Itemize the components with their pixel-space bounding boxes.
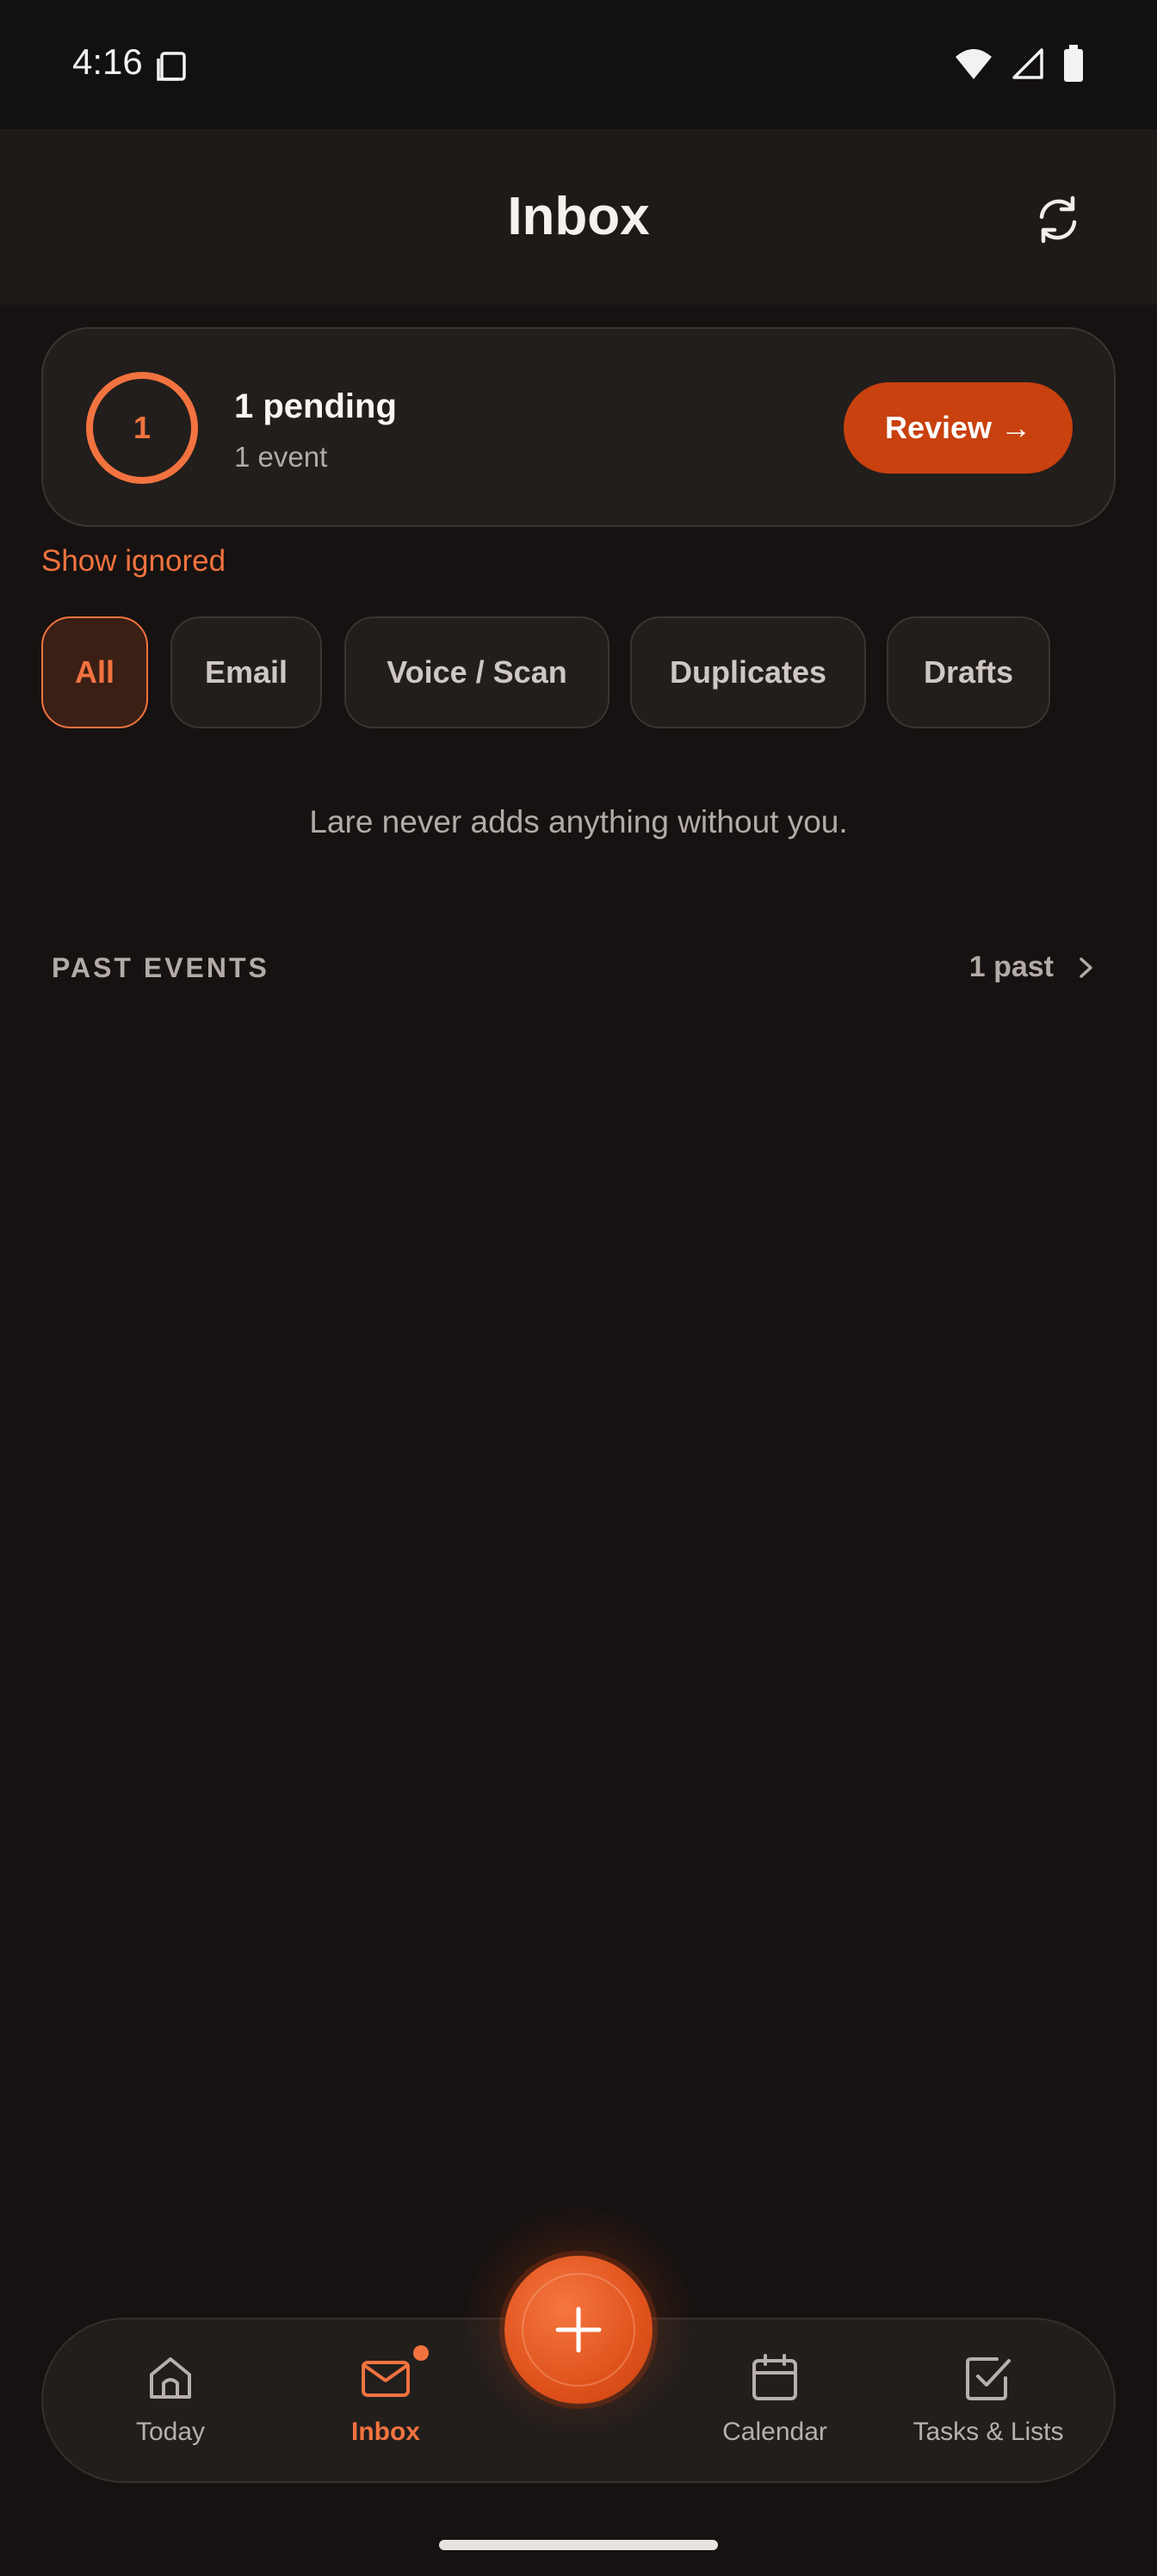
show-ignored-link[interactable]: Show ignored (41, 544, 226, 579)
empty-state-message: Lare never adds anything without you. (309, 804, 848, 839)
nav-item-tasks-lists[interactable]: Tasks & Lists (894, 2319, 1083, 2485)
past-events-heading: PAST EVENTS (52, 952, 269, 983)
status-bar: 4:16 (0, 0, 1157, 129)
filter-chip-duplicates[interactable]: Duplicates (630, 616, 866, 728)
cellular-signal-icon (1011, 46, 1045, 85)
review-button[interactable]: Review → (844, 382, 1073, 474)
refresh-button[interactable] (1030, 191, 1086, 248)
filter-chip-email[interactable]: Email (170, 616, 322, 728)
sim-card-icon (155, 48, 189, 87)
pending-summary-card: 1 1 pending 1 event Review → (41, 327, 1116, 527)
nav-item-inbox[interactable]: Inbox (291, 2319, 480, 2485)
add-button[interactable] (504, 2256, 653, 2404)
page-title: Inbox (507, 187, 650, 246)
home-indicator[interactable] (439, 2540, 718, 2550)
battery-icon (1062, 45, 1085, 87)
filter-chip-voice-scan[interactable]: Voice / Scan (344, 616, 609, 728)
notification-badge (413, 2345, 429, 2361)
nav-label-today: Today (135, 2418, 206, 2446)
filter-chip-all[interactable]: All (41, 616, 148, 728)
nav-label-tasks-lists: Tasks & Lists (913, 2418, 1064, 2446)
filter-chip-drafts[interactable]: Drafts (887, 616, 1050, 728)
wifi-icon (954, 46, 993, 85)
checkbox-icon (966, 2357, 1011, 2400)
past-events-toggle[interactable]: 1 past (969, 951, 1097, 984)
status-time: 4:16 (72, 41, 143, 82)
chevron-right-icon (1080, 957, 1092, 978)
nav-item-today[interactable]: Today (76, 2319, 265, 2485)
past-events-count: 1 past (968, 951, 1054, 983)
plus-icon (555, 2307, 602, 2353)
pending-subtitle: 1 event (234, 441, 328, 473)
calendar-icon (752, 2354, 797, 2400)
nav-label-inbox: Inbox (351, 2418, 420, 2446)
refresh-icon (1039, 195, 1077, 244)
nav-item-calendar[interactable]: Calendar (680, 2319, 869, 2485)
pending-count-ring: 1 (86, 372, 198, 484)
mail-icon (362, 2361, 410, 2397)
app-header: Inbox (0, 129, 1157, 305)
home-icon (150, 2357, 191, 2399)
pending-title: 1 pending (234, 387, 397, 425)
nav-label-calendar: Calendar (722, 2418, 827, 2446)
